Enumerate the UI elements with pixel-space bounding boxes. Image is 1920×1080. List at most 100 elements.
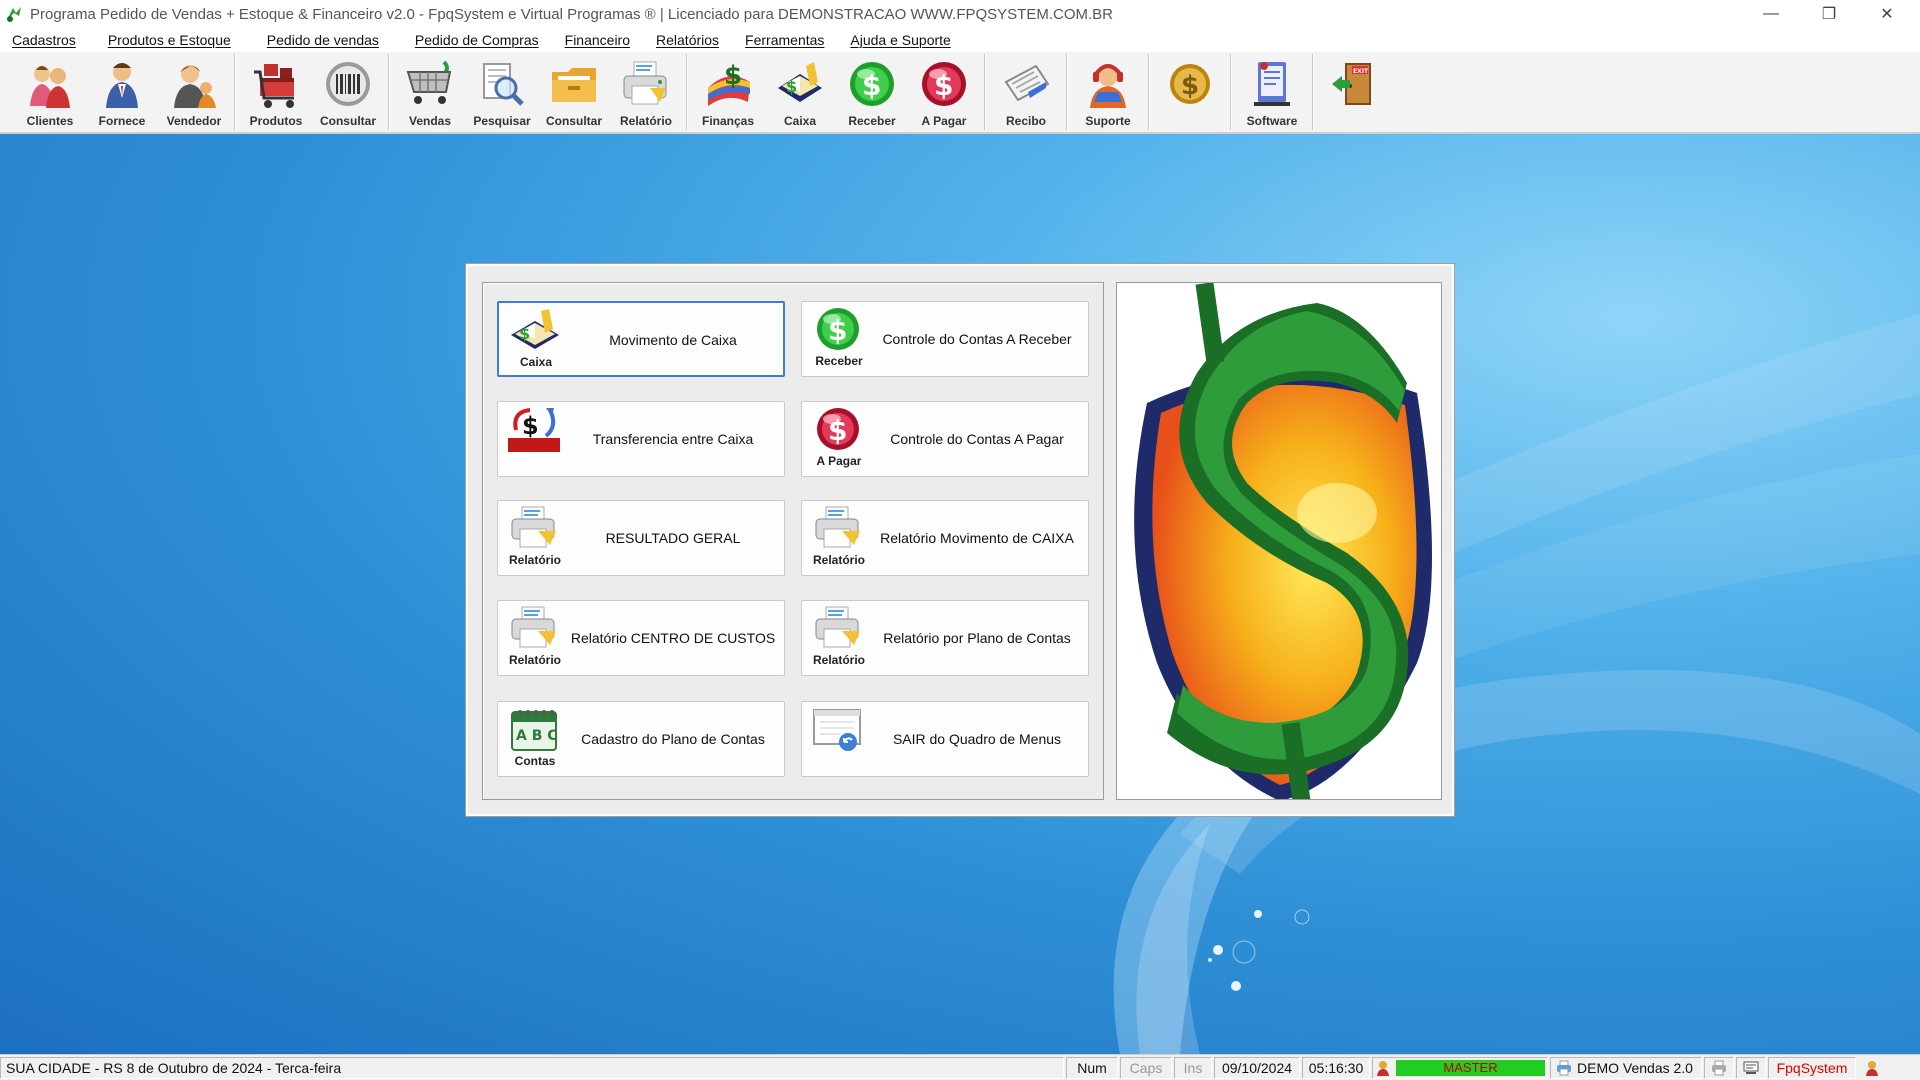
toolbar-label: Receber xyxy=(848,114,896,128)
printer-icon xyxy=(511,506,556,548)
coin-icon: $ xyxy=(1170,64,1210,104)
menu-pedido-compras[interactable]: Pedido de Compras xyxy=(403,32,553,48)
close-button[interactable]: ✕ xyxy=(1858,0,1916,28)
toolbar-separator xyxy=(1066,54,1068,130)
toolbar-coin-button[interactable]: $ xyxy=(1154,52,1226,132)
contas-receber-button[interactable]: $ Receber Controle do Contas A Receber xyxy=(801,301,1089,377)
toolbar-exit-button[interactable]: EXIT xyxy=(1318,52,1390,132)
menu-pedido-vendas[interactable]: Pedido de vendas xyxy=(255,32,393,48)
status-num: Num xyxy=(1066,1056,1118,1079)
folder-icon xyxy=(552,68,596,102)
button-text: Transferencia entre Caixa xyxy=(592,431,754,447)
status-time: 05:16:30 xyxy=(1302,1056,1370,1079)
contas-pagar-button[interactable]: $ A Pagar Controle do Contas A Pagar xyxy=(801,401,1089,477)
svg-text:$: $ xyxy=(786,77,797,96)
financeiro-menu-dialog: $ Caixa Movimento de Caixa $ Receber Con… xyxy=(466,264,1454,816)
toolbar-label: Recibo xyxy=(1005,114,1046,128)
cart-icon xyxy=(406,60,452,104)
svg-text:$: $ xyxy=(934,69,953,102)
toolbar-financas-button[interactable]: $ Finanças xyxy=(692,52,764,132)
status-caps: Caps xyxy=(1120,1056,1172,1079)
transferencia-caixa-button[interactable]: $ Tranfer. Transferencia entre Caixa xyxy=(497,401,785,477)
menu-financeiro[interactable]: Financeiro xyxy=(553,32,644,48)
button-sublabel: Relatório xyxy=(812,653,865,667)
close-icon: ✕ xyxy=(1880,6,1894,23)
button-text: SAIR do Quadro de Menus xyxy=(892,731,1062,747)
toolbar-fornece-button[interactable]: Fornece xyxy=(86,52,158,132)
minimize-icon: — xyxy=(1763,5,1779,22)
exit-door-icon: EXIT xyxy=(1332,63,1371,105)
movimento-caixa-button[interactable]: $ Caixa Movimento de Caixa xyxy=(497,301,785,377)
title-bar: Programa Pedido de Vendas + Estoque & Fi… xyxy=(0,0,1920,28)
toolbar-label: Suporte xyxy=(1085,114,1131,128)
receive-dollar-icon: $ xyxy=(850,62,894,106)
toolbar-label: Pesquisar xyxy=(473,114,531,128)
resultado-geral-button[interactable]: Relatório RESULTADO GERAL xyxy=(497,500,785,576)
menu-cadastros[interactable]: Cadastros xyxy=(0,32,90,48)
menu-produtos-estoque[interactable]: Produtos e Estoque xyxy=(96,32,245,48)
toolbar-label: Finanças xyxy=(701,114,755,128)
svg-text:A B C: A B C xyxy=(516,728,558,744)
button-text: Controle do Contas A Receber xyxy=(882,331,1072,347)
svg-text:$: $ xyxy=(828,314,847,347)
button-sublabel: Tranfer. xyxy=(513,450,557,464)
menu-ajuda-suporte[interactable]: Ajuda e Suporte xyxy=(838,32,964,48)
window-title: Programa Pedido de Vendas + Estoque & Fi… xyxy=(30,5,1113,23)
user-key-icon xyxy=(1866,1060,1878,1076)
menu-relatorios[interactable]: Relatórios xyxy=(644,32,733,48)
toolbar-separator xyxy=(984,54,986,130)
status-printer[interactable] xyxy=(1704,1056,1734,1079)
clients-icon xyxy=(30,66,70,108)
dollar-logo-panel xyxy=(1116,282,1442,800)
toolbar-receber-button[interactable]: $ Receber xyxy=(836,52,908,132)
menu-ferramentas[interactable]: Ferramentas xyxy=(733,32,838,48)
finance-icon: $ xyxy=(708,61,750,106)
cadastro-plano-contas-button[interactable]: A B C Contas Cadastro do Plano de Contas xyxy=(497,701,785,777)
printer-icon xyxy=(815,606,860,648)
toolbar-relatorio-button[interactable]: Relatório xyxy=(610,52,682,132)
dollar-shield-logo-icon xyxy=(1134,283,1432,799)
button-text: Relatório por Plano de Contas xyxy=(883,630,1071,646)
receipt-icon xyxy=(1004,64,1050,102)
exit-window-icon xyxy=(813,709,861,751)
toolbar-clientes-button[interactable]: Clientes xyxy=(14,52,86,132)
toolbar-vendas-button[interactable]: Vendas xyxy=(394,52,466,132)
relatorio-movimento-caixa-button[interactable]: Relatório Relatório Movimento de CAIXA xyxy=(801,500,1089,576)
toolbar-consultar-button[interactable]: Consultar xyxy=(312,52,384,132)
minimize-button[interactable]: — xyxy=(1742,0,1800,28)
toolbar-label: Produtos xyxy=(249,114,303,128)
seller-icon xyxy=(174,65,216,108)
button-text: Cadastro do Plano de Contas xyxy=(581,731,765,747)
toolbar-vendedor-button[interactable]: Vendedor xyxy=(158,52,230,132)
toolbar-produtos-button[interactable]: Produtos xyxy=(240,52,312,132)
status-brand: FpqSystem xyxy=(1768,1056,1856,1079)
restore-button[interactable]: ❐ xyxy=(1800,0,1858,28)
svg-text:$: $ xyxy=(724,61,742,91)
status-ins: Ins xyxy=(1174,1056,1212,1079)
svg-text:EXIT: EXIT xyxy=(1353,68,1369,75)
relatorio-centro-custos-button[interactable]: Relatório Relatório CENTRO DE CUSTOS xyxy=(497,600,785,676)
status-keyboard[interactable] xyxy=(1736,1056,1766,1079)
support-icon xyxy=(1090,64,1126,108)
button-sublabel: Relatório xyxy=(508,653,561,667)
printer-icon xyxy=(1712,1060,1726,1075)
toolbar-separator xyxy=(1148,54,1150,130)
sair-quadro-menus-button[interactable]: SAIR do Quadro de Menus xyxy=(801,701,1089,777)
toolbar-separator xyxy=(1230,54,1232,130)
toolbar-caixa-button[interactable]: $ Caixa xyxy=(764,52,836,132)
toolbar-pesquisar-button[interactable]: Pesquisar xyxy=(466,52,538,132)
relatorio-plano-contas-button[interactable]: Relatório Relatório por Plano de Contas xyxy=(801,600,1089,676)
button-text: RESULTADO GERAL xyxy=(605,530,741,546)
toolbar-label: Relatório xyxy=(619,114,672,128)
app-logo-icon xyxy=(7,7,21,22)
toolbar-label: A Pagar xyxy=(921,114,967,128)
toolbar-software-button[interactable]: Software xyxy=(1236,52,1308,132)
toolbar-separator xyxy=(686,54,688,130)
toolbar-suporte-button[interactable]: Suporte xyxy=(1072,52,1144,132)
toolbar-recibo-button[interactable]: Recibo xyxy=(990,52,1062,132)
toolbar-apagar-button[interactable]: $ A Pagar xyxy=(908,52,980,132)
toolbar-consultar-folder-button[interactable]: Consultar xyxy=(538,52,610,132)
menu-button-group: $ Caixa Movimento de Caixa $ Receber Con… xyxy=(482,282,1104,800)
toolbar-separator xyxy=(1312,54,1314,130)
svg-text:$: $ xyxy=(862,69,881,102)
